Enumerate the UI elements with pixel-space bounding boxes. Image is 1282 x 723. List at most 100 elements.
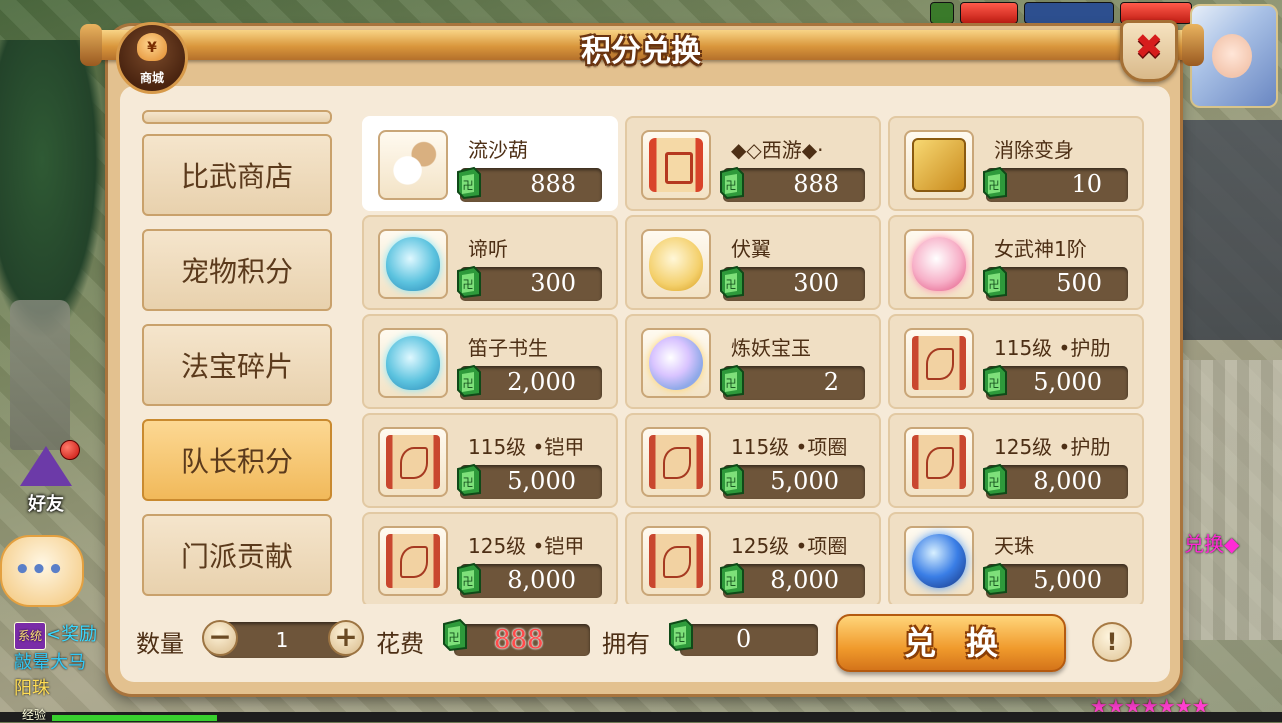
owned-field: 卍 0 <box>669 618 818 656</box>
increase-button[interactable]: + <box>328 620 364 656</box>
item-price: 卍 888 <box>720 166 865 202</box>
chat-button[interactable]: ••• <box>0 535 84 607</box>
parchment-icon <box>649 435 703 489</box>
sidebar-item-captain-points[interactable]: 队长积分 <box>142 419 332 501</box>
points-coin-icon: 卍 <box>443 618 467 652</box>
item-price-value: 10 <box>1071 170 1102 198</box>
svg-text:卍: 卍 <box>463 377 474 390</box>
info-button[interactable]: ! <box>1092 622 1132 662</box>
item-icon-frame <box>904 526 974 596</box>
item-icon-frame <box>904 427 974 497</box>
close-button[interactable]: ✖ <box>1120 20 1178 82</box>
owned-label: 拥有 <box>602 630 650 658</box>
item-price: 卍 888 <box>457 166 602 202</box>
item-card[interactable]: 125级 •铠甲卍 8,000 <box>362 512 618 604</box>
item-card[interactable]: 125级 •项圈卍 8,000 <box>625 512 881 604</box>
item-card[interactable]: 炼妖宝玉卍 2 <box>625 314 881 409</box>
svg-text:卍: 卍 <box>449 631 460 644</box>
friends-button[interactable]: 好友 <box>12 440 82 518</box>
item-card[interactable]: 谛听卍 300 <box>362 215 618 310</box>
cost-value: 888 <box>494 625 544 655</box>
chat-dots-icon: ••• <box>14 555 64 585</box>
item-icon-frame <box>378 130 448 200</box>
gold-egg-icon <box>649 237 703 291</box>
sidebar-item-arena-shop[interactable]: 比武商店 <box>142 134 332 216</box>
exchange-button[interactable]: 兑换 <box>836 614 1066 672</box>
item-card[interactable]: 天珠卍 5,000 <box>888 512 1144 604</box>
quantity-value[interactable]: 1 <box>240 628 324 652</box>
points-coin-icon: 卍 <box>457 364 481 398</box>
cost-field: 卍 888 <box>443 618 590 656</box>
svg-text:卍: 卍 <box>675 631 686 644</box>
item-name: 天珠 <box>994 534 1034 558</box>
svg-text:卍: 卍 <box>463 179 474 192</box>
item-price-value: 2,000 <box>507 368 576 396</box>
item-icon-frame <box>378 229 448 299</box>
item-card[interactable]: 笛子书生卍 2,000 <box>362 314 618 409</box>
points-coin-icon: 卍 <box>457 265 481 299</box>
item-card[interactable]: 115级 •铠甲卍 5,000 <box>362 413 618 508</box>
item-price: 卍 5,000 <box>983 562 1128 598</box>
decrease-button[interactable]: − <box>202 620 238 656</box>
item-name: 125级 •项圈 <box>731 534 848 558</box>
parchment-icon <box>912 336 966 390</box>
item-name: ◆◇西游◆· <box>731 138 824 162</box>
courtyard-pavement <box>1177 360 1282 640</box>
sidebar-item-label: 宠物积分 <box>180 255 293 288</box>
item-price: 卍 8,000 <box>457 562 602 598</box>
item-card[interactable]: 115级 •护肋卍 5,000 <box>888 314 1144 409</box>
sidebar-item-pet-points[interactable]: 宠物积分 <box>142 229 332 311</box>
item-price-value: 5,000 <box>507 467 576 495</box>
gourd-icon <box>386 138 440 192</box>
points-coin-icon: 卍 <box>720 463 744 497</box>
points-coin-icon: 卍 <box>983 166 1007 200</box>
card-icon <box>912 138 966 192</box>
scroll-icon <box>649 138 703 192</box>
sidebar-item-partial[interactable] <box>142 110 332 124</box>
item-name: 笛子书生 <box>468 336 548 360</box>
stone-lantern <box>10 300 70 450</box>
item-card[interactable]: 流沙葫卍 888 <box>362 116 618 211</box>
item-icon-frame <box>378 526 448 596</box>
exp-label: 经验 <box>22 708 47 722</box>
item-price-value: 8,000 <box>770 566 839 594</box>
sidebar-item-sect-contribution[interactable]: 门派贡献 <box>142 514 332 596</box>
sidebar-item-treasure-shards[interactable]: 法宝碎片 <box>142 324 332 406</box>
item-icon-frame <box>641 328 711 398</box>
item-card[interactable]: 女武神1阶卍 500 <box>888 215 1144 310</box>
svg-text:卍: 卍 <box>726 377 737 390</box>
points-coin-icon: 卍 <box>457 562 481 596</box>
item-name: 115级 •铠甲 <box>468 435 585 459</box>
category-sidebar[interactable]: 比武商店 宠物积分 法宝碎片 队长积分 门派贡献 <box>140 110 336 600</box>
sidebar-item-label: 比武商店 <box>180 160 293 193</box>
quantity-stepper[interactable]: − 1 + <box>202 620 364 658</box>
hud-pet-portrait[interactable] <box>1024 2 1114 24</box>
item-price: 卍 500 <box>983 265 1128 301</box>
item-card[interactable]: 115级 •项圈卍 5,000 <box>625 413 881 508</box>
item-card[interactable]: 125级 •护肋卍 8,000 <box>888 413 1144 508</box>
item-grid[interactable]: 流沙葫卍 888 ◆◇西游◆· 卍 888 消除变身卍 10 谛听卍 300 伏翼卍 300 女武神1… <box>362 116 1144 604</box>
item-price: 卍 300 <box>457 265 602 301</box>
shop-badge[interactable]: ¥ 商城 <box>116 22 188 94</box>
item-price-value: 5,000 <box>1033 368 1102 396</box>
system-chat-log[interactable]: 系统 <奖励 敲晕大马 阳珠 <box>14 622 114 702</box>
svg-text:卍: 卍 <box>463 575 474 588</box>
owned-value: 0 <box>736 625 752 653</box>
chat-line-2: 敲晕大马 <box>14 652 86 673</box>
item-card[interactable]: ◆◇西游◆· 卍 888 <box>625 116 881 211</box>
points-coin-icon: 卍 <box>983 463 1007 497</box>
chat-line-1: <奖励 <box>46 624 98 645</box>
item-price-value: 5,000 <box>1033 566 1102 594</box>
svg-text:卍: 卍 <box>463 278 474 291</box>
item-name: 炼妖宝玉 <box>731 336 811 360</box>
system-tag: 系统 <box>14 622 47 650</box>
hud-buff-icon[interactable] <box>930 2 954 24</box>
item-price: 卍2 <box>720 364 865 400</box>
item-icon-frame <box>641 427 711 497</box>
pine-tree <box>0 40 105 340</box>
item-card[interactable]: 消除变身卍 10 <box>888 116 1144 211</box>
item-icon-frame <box>378 427 448 497</box>
item-card[interactable]: 伏翼卍 300 <box>625 215 881 310</box>
side-event-text[interactable]: 兑换◆ <box>1184 528 1239 557</box>
item-icon-frame <box>378 328 448 398</box>
